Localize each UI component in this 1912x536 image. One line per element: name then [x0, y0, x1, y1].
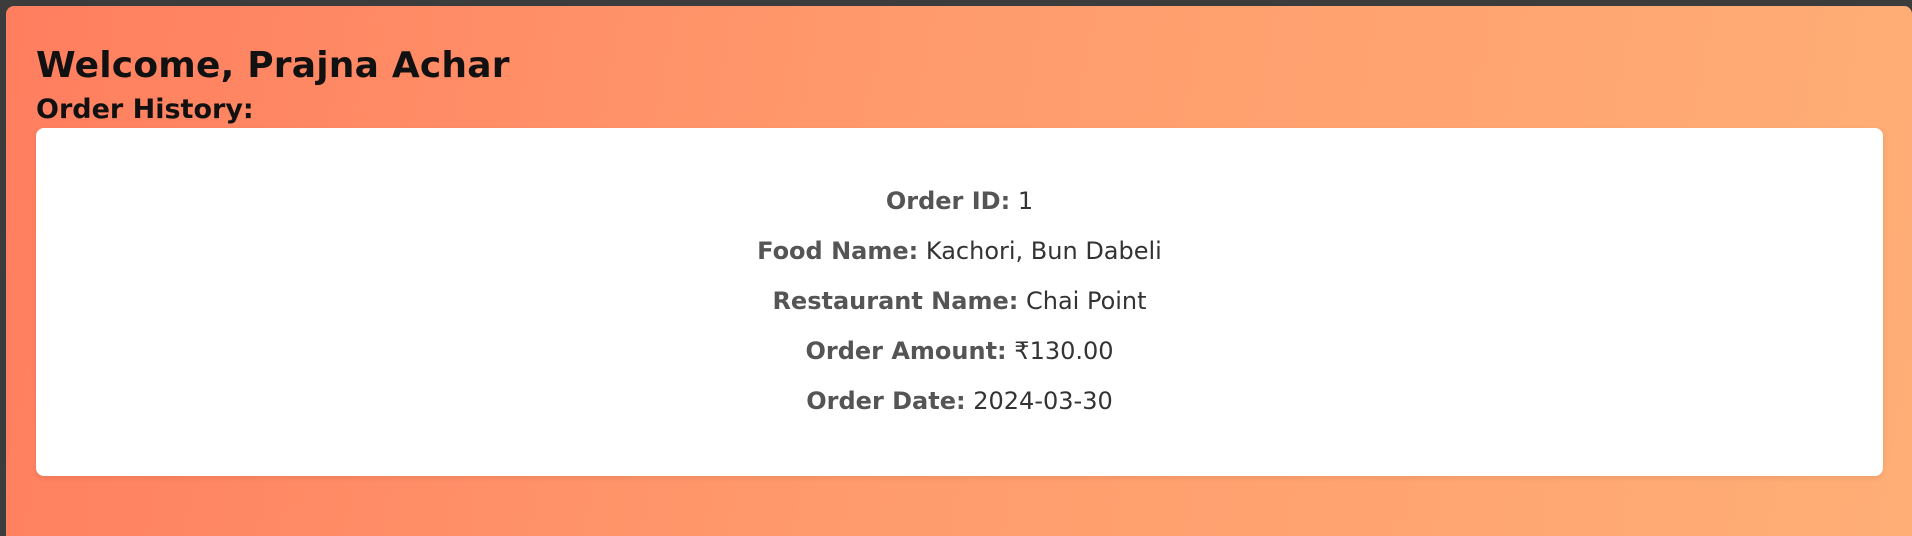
order-amount-row: Order Amount: ₹130.00 — [36, 326, 1883, 376]
order-card: Order ID: 1 Food Name: Kachori, Bun Dabe… — [36, 128, 1883, 476]
food-name-row: Food Name: Kachori, Bun Dabeli — [36, 226, 1883, 276]
order-date-value: 2024-03-30 — [973, 387, 1113, 415]
food-name-value: Kachori, Bun Dabeli — [925, 237, 1162, 265]
app-window: Welcome, Prajna Achar Order History: Ord… — [6, 6, 1912, 536]
order-id-label: Order ID: — [885, 187, 1011, 215]
order-amount-value: ₹130.00 — [1014, 337, 1114, 365]
order-date-label: Order Date: — [806, 387, 966, 415]
order-history-title: Order History: — [36, 94, 254, 125]
food-name-label: Food Name: — [757, 237, 919, 265]
welcome-heading: Welcome, Prajna Achar — [36, 45, 510, 86]
restaurant-name-value: Chai Point — [1025, 287, 1147, 315]
order-id-row: Order ID: 1 — [36, 176, 1883, 226]
order-id-value: 1 — [1017, 187, 1034, 215]
restaurant-name-row: Restaurant Name: Chai Point — [36, 276, 1883, 326]
restaurant-name-label: Restaurant Name: — [772, 287, 1019, 315]
order-date-row: Order Date: 2024-03-30 — [36, 376, 1883, 426]
order-amount-label: Order Amount: — [805, 337, 1007, 365]
